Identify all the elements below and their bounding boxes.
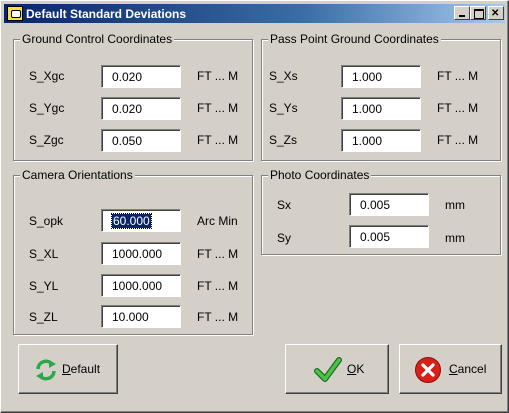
photo-coordinates-title: Photo Coordinates — [268, 168, 372, 182]
s-zl-label: S_ZL — [29, 310, 58, 324]
s-opk-value: 60.000 — [111, 213, 152, 229]
s-xl-value: 1000.000 — [112, 247, 163, 261]
sy-input[interactable]: 0.005 — [349, 225, 429, 248]
s-zgc-unit: FT ... M — [197, 133, 239, 147]
s-xgc-value: 0.020 — [112, 70, 143, 84]
s-zl-input[interactable]: 10.000 — [101, 305, 181, 328]
sx-value: 0.005 — [360, 198, 391, 212]
pass-point-title: Pass Point Ground Coordinates — [268, 32, 441, 46]
sx-label: Sx — [277, 198, 292, 212]
window-title: Default Standard Deviations — [26, 7, 187, 21]
s-zs-label: S_Zs — [269, 133, 298, 147]
ok-button[interactable]: OK — [285, 344, 389, 394]
camera-orientation-title: Camera Orientations — [20, 168, 135, 182]
s-zgc-value: 0.050 — [112, 134, 143, 148]
s-yl-label: S_YL — [29, 279, 59, 293]
s-xl-input[interactable]: 1000.000 — [101, 242, 181, 265]
sy-unit: mm — [445, 231, 465, 245]
s-opk-label: S_opk — [29, 214, 64, 228]
title-bar[interactable]: Default Standard Deviations — [4, 4, 505, 23]
s-zs-unit: FT ... M — [437, 133, 479, 147]
s-xs-unit: FT ... M — [437, 69, 479, 83]
s-ygc-unit: FT ... M — [197, 101, 239, 115]
cancel-x-icon — [415, 357, 441, 383]
s-zs-input[interactable]: 1.000 — [341, 129, 421, 152]
s-xs-value: 1.000 — [352, 70, 383, 84]
s-yl-input[interactable]: 1000.000 — [101, 274, 181, 297]
close-button[interactable] — [488, 6, 504, 20]
s-yl-unit: FT ... M — [197, 279, 239, 293]
s-xgc-unit: FT ... M — [197, 69, 239, 83]
app-icon[interactable] — [7, 6, 23, 21]
camera-orientation-group: Camera Orientations S_opk 60.000 Arc Min… — [13, 168, 253, 335]
s-xgc-label: S_Xgc — [29, 69, 65, 83]
s-ys-unit: FT ... M — [437, 101, 479, 115]
s-xs-input[interactable]: 1.000 — [341, 65, 421, 88]
sx-input[interactable]: 0.005 — [349, 193, 429, 216]
sy-label: Sy — [277, 231, 292, 245]
ok-button-label: OK — [347, 362, 365, 376]
s-opk-input[interactable]: 60.000 — [101, 209, 181, 232]
default-button[interactable]: Default — [18, 344, 118, 394]
s-ygc-label: S_Ygc — [29, 101, 65, 115]
s-zgc-label: S_Zgc — [29, 133, 64, 147]
s-zl-unit: FT ... M — [197, 310, 239, 324]
sx-unit: mm — [445, 198, 465, 212]
s-ys-input[interactable]: 1.000 — [341, 97, 421, 120]
s-xs-label: S_Xs — [269, 69, 298, 83]
dialog-window: Default Standard Deviations Ground Contr… — [0, 0, 509, 413]
s-yl-value: 1000.000 — [112, 279, 163, 293]
s-zs-value: 1.000 — [352, 134, 383, 148]
checkmark-icon — [314, 357, 342, 382]
s-xl-label: S_XL — [29, 247, 59, 261]
maximize-button[interactable] — [470, 6, 486, 20]
s-ys-value: 1.000 — [352, 102, 383, 116]
s-xgc-input[interactable]: 0.020 — [101, 65, 181, 88]
pass-point-group: Pass Point Ground Coordinates S_Xs 1.000… — [261, 32, 501, 161]
s-ygc-input[interactable]: 0.020 — [101, 97, 181, 120]
s-zgc-input[interactable]: 0.050 — [101, 129, 181, 152]
s-zl-value: 10.000 — [112, 310, 149, 324]
photo-coordinates-group: Photo Coordinates Sx 0.005 mm Sy 0.005 m… — [261, 168, 501, 255]
sy-value: 0.005 — [360, 230, 391, 244]
ground-control-group: Ground Control Coordinates S_Xgc 0.020 F… — [13, 32, 253, 161]
refresh-icon — [36, 359, 56, 381]
s-opk-unit: Arc Min — [197, 214, 238, 228]
cancel-button-label: Cancel — [449, 362, 487, 376]
s-ygc-value: 0.020 — [112, 102, 143, 116]
default-button-label: Default — [62, 362, 101, 376]
cancel-button[interactable]: Cancel — [399, 344, 502, 394]
s-ys-label: S_Ys — [269, 101, 298, 115]
s-xl-unit: FT ... M — [197, 247, 239, 261]
minimize-button[interactable] — [454, 6, 470, 20]
ground-control-title: Ground Control Coordinates — [20, 32, 175, 46]
